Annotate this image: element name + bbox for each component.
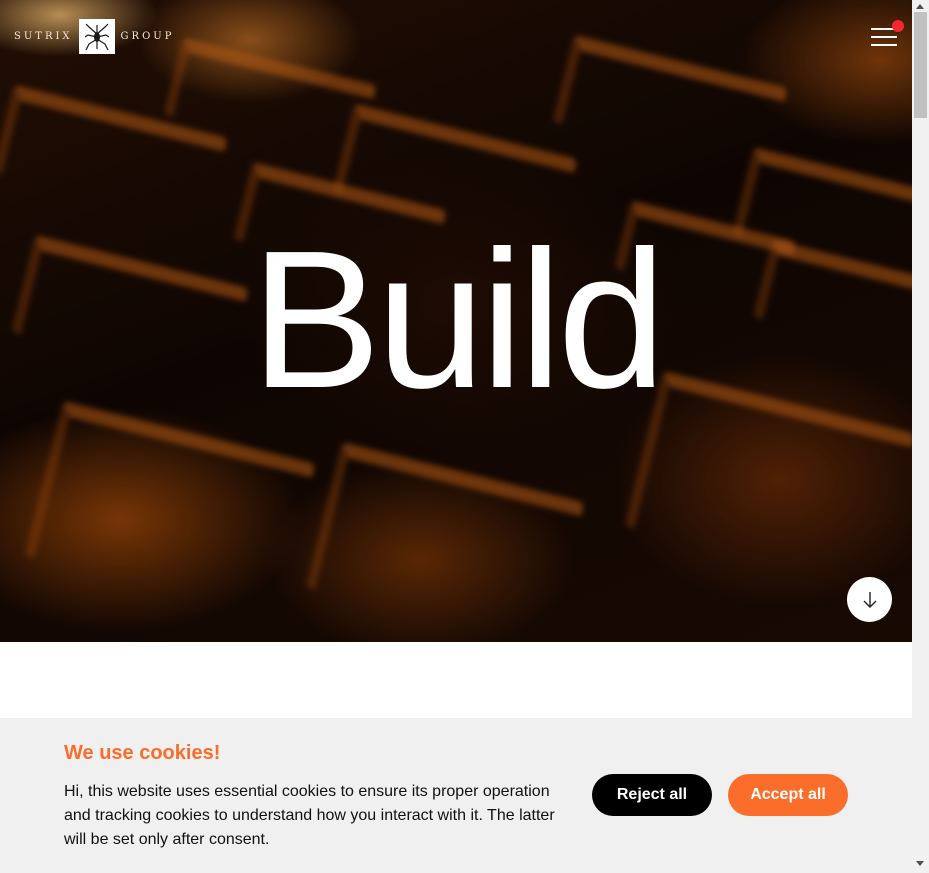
site-logo[interactable]: SUTRIX GROUP: [14, 19, 174, 54]
logo-text-left: SUTRIX: [14, 31, 73, 42]
cookie-banner: We use cookies! Hi, this website uses es…: [0, 718, 912, 873]
accept-all-button[interactable]: Accept all: [728, 774, 848, 816]
cookie-description: Hi, this website uses essential cookies …: [64, 783, 555, 848]
page-scrollbar[interactable]: [912, 0, 929, 873]
scroll-down-arrow-icon[interactable]: [916, 861, 924, 866]
hero-headline: Build: [250, 210, 667, 429]
reject-all-button[interactable]: Reject all: [592, 774, 712, 816]
hero-section: SUTRIX GROUP Build: [0, 0, 912, 642]
menu-bar: [871, 44, 897, 46]
cookie-title: We use cookies!: [64, 742, 221, 764]
logo-text-right: GROUP: [120, 31, 175, 42]
spider-icon: [78, 19, 115, 54]
scroll-up-arrow-icon[interactable]: [916, 4, 924, 9]
notification-dot: [892, 20, 904, 32]
arrow-down-icon: [863, 591, 876, 608]
scrollbar-thumb[interactable]: [914, 12, 927, 118]
page-viewport: SUTRIX GROUP Build We use cookies! Hi, t…: [0, 0, 912, 873]
scroll-down-button[interactable]: [847, 577, 892, 622]
menu-bar: [871, 36, 897, 38]
